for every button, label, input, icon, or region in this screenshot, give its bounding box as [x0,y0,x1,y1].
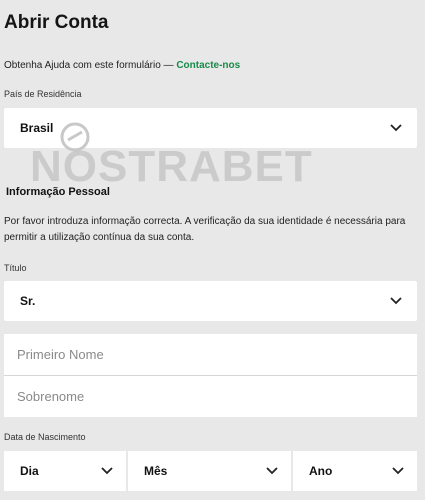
birthdate-row: Dia Mês Ano [4,451,417,491]
salutation-select[interactable]: Sr. [4,281,417,321]
salutation-value: Sr. [20,294,36,308]
first-name-input[interactable] [4,334,417,375]
chevron-down-icon [389,121,403,135]
contact-link[interactable]: Contacte-nos [176,60,240,71]
last-name-input[interactable] [4,376,417,417]
page-title: Abrir Conta [4,12,109,33]
open-account-form: Abrir Conta Obtenha Ajuda com este formu… [0,0,425,500]
country-label: País de Residência [4,89,82,99]
chevron-down-icon [100,464,114,478]
birth-month-value: Mês [144,464,168,478]
watermark: NOSTRABET [30,142,313,191]
birthdate-label: Data de Nascimento [4,432,86,442]
chevron-down-icon [265,464,279,478]
help-line: Obtenha Ajuda com este formulário — Cont… [4,60,240,71]
birth-year-value: Ano [309,464,333,478]
help-text: Obtenha Ajuda com este formulário — [4,60,177,71]
birth-month-select[interactable]: Mês [128,451,291,491]
birth-day-select[interactable]: Dia [4,451,126,491]
birth-day-value: Dia [20,464,39,478]
chevron-down-icon [391,464,405,478]
personal-info-description: Por favor introduza informação correcta.… [4,216,406,243]
chevron-down-icon [389,294,403,308]
country-value: Brasil [20,121,54,135]
birth-year-select[interactable]: Ano [293,451,417,491]
personal-info-title: Informação Pessoal [6,186,110,198]
salutation-label: Título [4,263,27,273]
